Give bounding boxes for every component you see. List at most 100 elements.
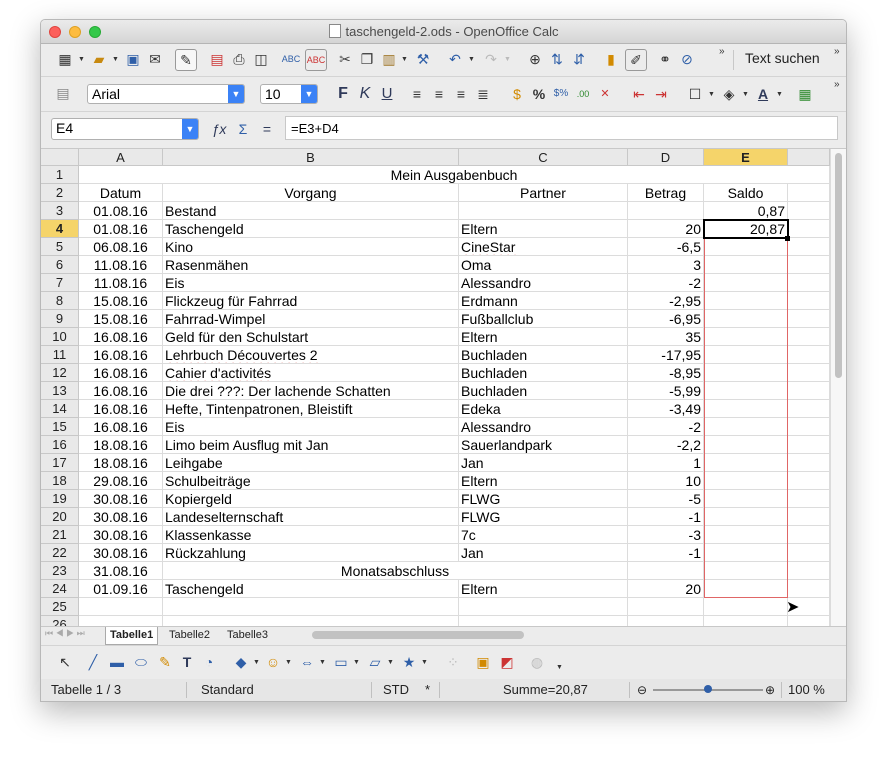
open-dropdown-icon[interactable]: ▼ [112, 56, 119, 63]
cell-e[interactable] [704, 598, 788, 616]
block-arrows-dropdown-icon[interactable]: ▼ [319, 659, 326, 666]
cell-c[interactable]: Buchladen [459, 346, 628, 364]
hyperlink-icon[interactable]: ⊕ [525, 49, 545, 69]
symbol-shapes-dropdown-icon[interactable]: ▼ [285, 659, 292, 666]
cell-d[interactable]: 1 [628, 454, 704, 472]
chevron-down-icon[interactable]: ▼ [182, 119, 198, 139]
cell-d[interactable]: 10 [628, 472, 704, 490]
decrease-indent-icon[interactable]: ⇤ [629, 84, 649, 104]
cell-d[interactable]: -3 [628, 526, 704, 544]
sort-descending-icon[interactable]: ⇵ [569, 49, 589, 69]
cell-d[interactable]: -6,5 [628, 238, 704, 256]
cell-e[interactable] [704, 544, 788, 562]
redo-icon[interactable]: ↷ [481, 49, 501, 69]
cell-empty[interactable] [788, 364, 830, 382]
stars-icon[interactable]: ★ [399, 652, 419, 672]
spreadsheet-grid[interactable]: A B C D E 1 Mein Ausgabenbuch 2 Datum Vorgan… [41, 149, 846, 629]
formula-button[interactable]: = [257, 119, 277, 139]
cell-c[interactable]: FLWG [459, 508, 628, 526]
cell-e[interactable] [704, 328, 788, 346]
row-header[interactable]: 5 [41, 238, 79, 256]
cell-c[interactable]: Eltern [459, 472, 628, 490]
cell-b[interactable]: Eis [163, 274, 459, 292]
cell-empty[interactable] [788, 274, 830, 292]
new-dropdown-icon[interactable]: ▼ [78, 56, 85, 63]
font-size-select[interactable]: 10 ▼ [260, 84, 318, 104]
symbol-shapes-icon[interactable]: ☺ [263, 652, 283, 672]
more-draw-icon[interactable]: ▼ [556, 664, 563, 671]
cell-empty[interactable] [788, 310, 830, 328]
navigator-icon[interactable]: ⊘ [677, 49, 697, 69]
cell-a[interactable]: 15.08.16 [79, 310, 163, 328]
bold-button[interactable]: F [333, 84, 353, 104]
ellipse-icon[interactable]: ⬭ [131, 652, 151, 672]
cell-c[interactable]: Erdmann [459, 292, 628, 310]
cell-d[interactable]: -6,95 [628, 310, 704, 328]
cell-d[interactable]: -2 [628, 274, 704, 292]
basic-shapes-icon[interactable]: ◆ [231, 652, 251, 672]
cell-e[interactable] [704, 382, 788, 400]
undo-icon[interactable]: ↶ [445, 49, 465, 69]
cell-b[interactable]: Kopiergeld [163, 490, 459, 508]
cell-empty[interactable] [788, 580, 830, 598]
cell-empty[interactable] [788, 256, 830, 274]
select-arrow-icon[interactable]: ↖ [55, 652, 75, 672]
open-folder-icon[interactable]: ▰ [89, 49, 109, 69]
callout-icon[interactable]: ◔ [199, 652, 219, 672]
cut-icon[interactable]: ✂ [335, 49, 355, 69]
cell-d[interactable]: -5,99 [628, 382, 704, 400]
cell-a[interactable]: 18.08.16 [79, 436, 163, 454]
page-preview-icon[interactable]: ◫ [251, 49, 271, 69]
column-header-c[interactable]: C [459, 149, 628, 166]
row-header[interactable]: 25 [41, 598, 79, 616]
cell-empty[interactable] [788, 328, 830, 346]
cell-a[interactable]: 16.08.16 [79, 418, 163, 436]
tab-nav-icon[interactable]: ⏮ ◀ ▶ ⏭ [45, 628, 85, 639]
flowchart-icon[interactable]: ▭ [331, 652, 351, 672]
cell-e[interactable] [704, 418, 788, 436]
find-replace-icon[interactable]: ⚭ [655, 49, 675, 69]
draw-functions-icon[interactable]: ✐ [625, 49, 647, 71]
cell-a[interactable]: 16.08.16 [79, 382, 163, 400]
cell-c[interactable]: Edeka [459, 400, 628, 418]
cell-e[interactable] [704, 256, 788, 274]
cell-empty[interactable] [788, 454, 830, 472]
cell-e[interactable] [704, 274, 788, 292]
cell-c[interactable] [459, 202, 628, 220]
background-color-icon[interactable]: ◈ [719, 84, 739, 104]
cell-d[interactable] [628, 598, 704, 616]
cell-b[interactable]: Kino [163, 238, 459, 256]
cell-a[interactable]: 30.08.16 [79, 490, 163, 508]
row-header[interactable]: 17 [41, 454, 79, 472]
cell-a[interactable]: Datum [79, 184, 163, 202]
cell-d[interactable]: 20 [628, 580, 704, 598]
cell-c[interactable]: Fußballclub [459, 310, 628, 328]
delete-decimal-icon[interactable]: ✕ [595, 84, 615, 104]
row-header[interactable]: 21 [41, 526, 79, 544]
row-header[interactable]: 8 [41, 292, 79, 310]
row-header[interactable]: 3 [41, 202, 79, 220]
cell-a[interactable]: 11.08.16 [79, 256, 163, 274]
vertical-scrollbar[interactable] [830, 149, 846, 629]
more-format-icon[interactable]: » [834, 79, 840, 90]
align-right-icon[interactable]: ≡ [451, 84, 471, 104]
row-header[interactable]: 9 [41, 310, 79, 328]
cell-d[interactable]: 3 [628, 256, 704, 274]
block-arrows-icon[interactable]: ⇔ [297, 652, 317, 672]
fontwork-icon[interactable]: ▣ [473, 652, 493, 672]
cell-c[interactable]: Eltern [459, 580, 628, 598]
cell-a[interactable]: 30.08.16 [79, 508, 163, 526]
flowchart-dropdown-icon[interactable]: ▼ [353, 659, 360, 666]
cell-b[interactable]: Monatsabschluss [163, 562, 628, 580]
cell-b[interactable]: Taschengeld [163, 220, 459, 238]
cell-empty[interactable] [788, 418, 830, 436]
cell-b[interactable]: Rückzahlung [163, 544, 459, 562]
row-header[interactable]: 7 [41, 274, 79, 292]
cell-c[interactable]: Jan [459, 454, 628, 472]
currency-format-icon[interactable]: $ [507, 84, 527, 104]
cell-empty[interactable] [788, 400, 830, 418]
cell-a[interactable]: 31.08.16 [79, 562, 163, 580]
cell-e[interactable] [704, 364, 788, 382]
cell-c[interactable] [459, 598, 628, 616]
cell-a[interactable]: 16.08.16 [79, 328, 163, 346]
